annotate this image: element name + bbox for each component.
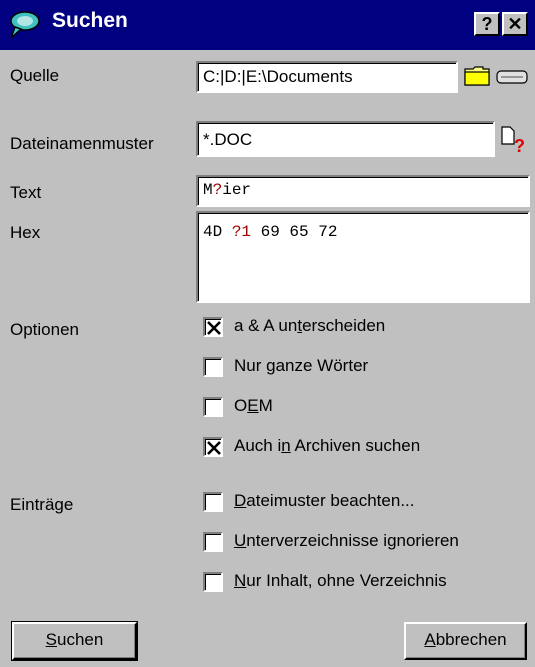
option-checkbox[interactable]: [203, 317, 223, 337]
pattern-help-icon[interactable]: ?: [500, 124, 530, 156]
option-label[interactable]: a & A unterscheiden: [234, 316, 385, 336]
option-label[interactable]: OEM: [234, 396, 273, 416]
entry-checkbox[interactable]: [203, 492, 223, 512]
option-label[interactable]: Nur ganze Wörter: [234, 356, 368, 376]
cancel-button[interactable]: Abbrechen: [404, 622, 527, 660]
pattern-label: Dateinamenmuster: [10, 134, 154, 153]
option-text-pre: Nur: [234, 356, 267, 375]
option-text-post: erscheiden: [302, 316, 386, 335]
entry-mnemonic: U: [234, 531, 247, 550]
option-text-pre: a & A un: [234, 316, 298, 335]
option-mnemonic: E: [247, 396, 259, 415]
entry-label[interactable]: Dateimuster beachten...: [234, 491, 415, 511]
hex-input[interactable]: 4D ?1 69 65 72: [196, 211, 530, 303]
hex-label: Hex: [10, 223, 41, 242]
search-button-label: uchen: [57, 630, 104, 649]
window-title: Suchen: [52, 9, 128, 32]
folder-icon[interactable]: [464, 64, 492, 88]
drive-icon[interactable]: [496, 68, 528, 86]
entry-mnemonic: N: [234, 571, 247, 590]
option-text-post: M: [258, 396, 273, 415]
entry-label[interactable]: Unterverzeichnisse ignorieren: [234, 531, 459, 551]
check-mark-icon: [207, 321, 221, 335]
text-value-a: M: [203, 181, 213, 199]
close-icon: ✕: [507, 14, 523, 34]
options-label: Optionen: [10, 320, 79, 339]
option-checkbox[interactable]: [203, 397, 223, 417]
option-text-pre: O: [234, 396, 248, 415]
help-icon: ?: [481, 14, 493, 34]
option-text-post: anze Wörter: [275, 356, 369, 375]
option-text-post: Archiven suchen: [290, 436, 421, 455]
cancel-button-label: bbrechen: [435, 630, 507, 649]
help-button[interactable]: ?: [474, 12, 500, 36]
hex-wildcard: ?1: [231, 223, 252, 241]
option-checkbox[interactable]: [203, 357, 223, 377]
close-button[interactable]: ✕: [502, 12, 528, 36]
entry-checkbox[interactable]: [203, 572, 223, 592]
check-mark-icon: [207, 441, 221, 455]
search-button-mnemonic: S: [45, 630, 57, 649]
entry-mnemonic: D: [234, 491, 247, 510]
text-wildcard: ?: [212, 181, 223, 199]
option-mnemonic: n: [281, 436, 291, 455]
option-mnemonic: g: [266, 356, 276, 375]
entry-label[interactable]: Nur Inhalt, ohne Verzeichnis: [234, 571, 447, 591]
entry-text-post: ateimuster beachten...: [246, 491, 415, 510]
option-text-pre: Auch i: [234, 436, 282, 455]
source-label: Quelle: [10, 66, 60, 85]
search-button[interactable]: Suchen: [11, 621, 138, 661]
entry-text-post: nterverzeichnisse ignorieren: [246, 531, 459, 550]
entries-label: Einträge: [10, 495, 74, 514]
search-window-icon: [8, 9, 42, 41]
entry-checkbox[interactable]: [203, 532, 223, 552]
hex-value-b: 69 65 72: [251, 223, 338, 241]
source-input[interactable]: C:|D:|E:\Documents: [196, 61, 458, 93]
option-checkbox[interactable]: [203, 437, 223, 457]
text-value-b: ier: [222, 181, 252, 199]
cancel-button-mnemonic: A: [424, 630, 436, 649]
entry-text-post: ur Inhalt, ohne Verzeichnis: [246, 571, 447, 590]
pattern-input[interactable]: *.DOC: [196, 121, 495, 157]
svg-text:?: ?: [514, 136, 525, 154]
title-bar[interactable]: Suchen ? ✕: [0, 0, 535, 50]
text-input[interactable]: M?ier: [196, 175, 530, 207]
option-label[interactable]: Auch in Archiven suchen: [234, 436, 420, 456]
text-label: Text: [10, 183, 42, 202]
hex-value-a: 4D: [203, 223, 232, 241]
